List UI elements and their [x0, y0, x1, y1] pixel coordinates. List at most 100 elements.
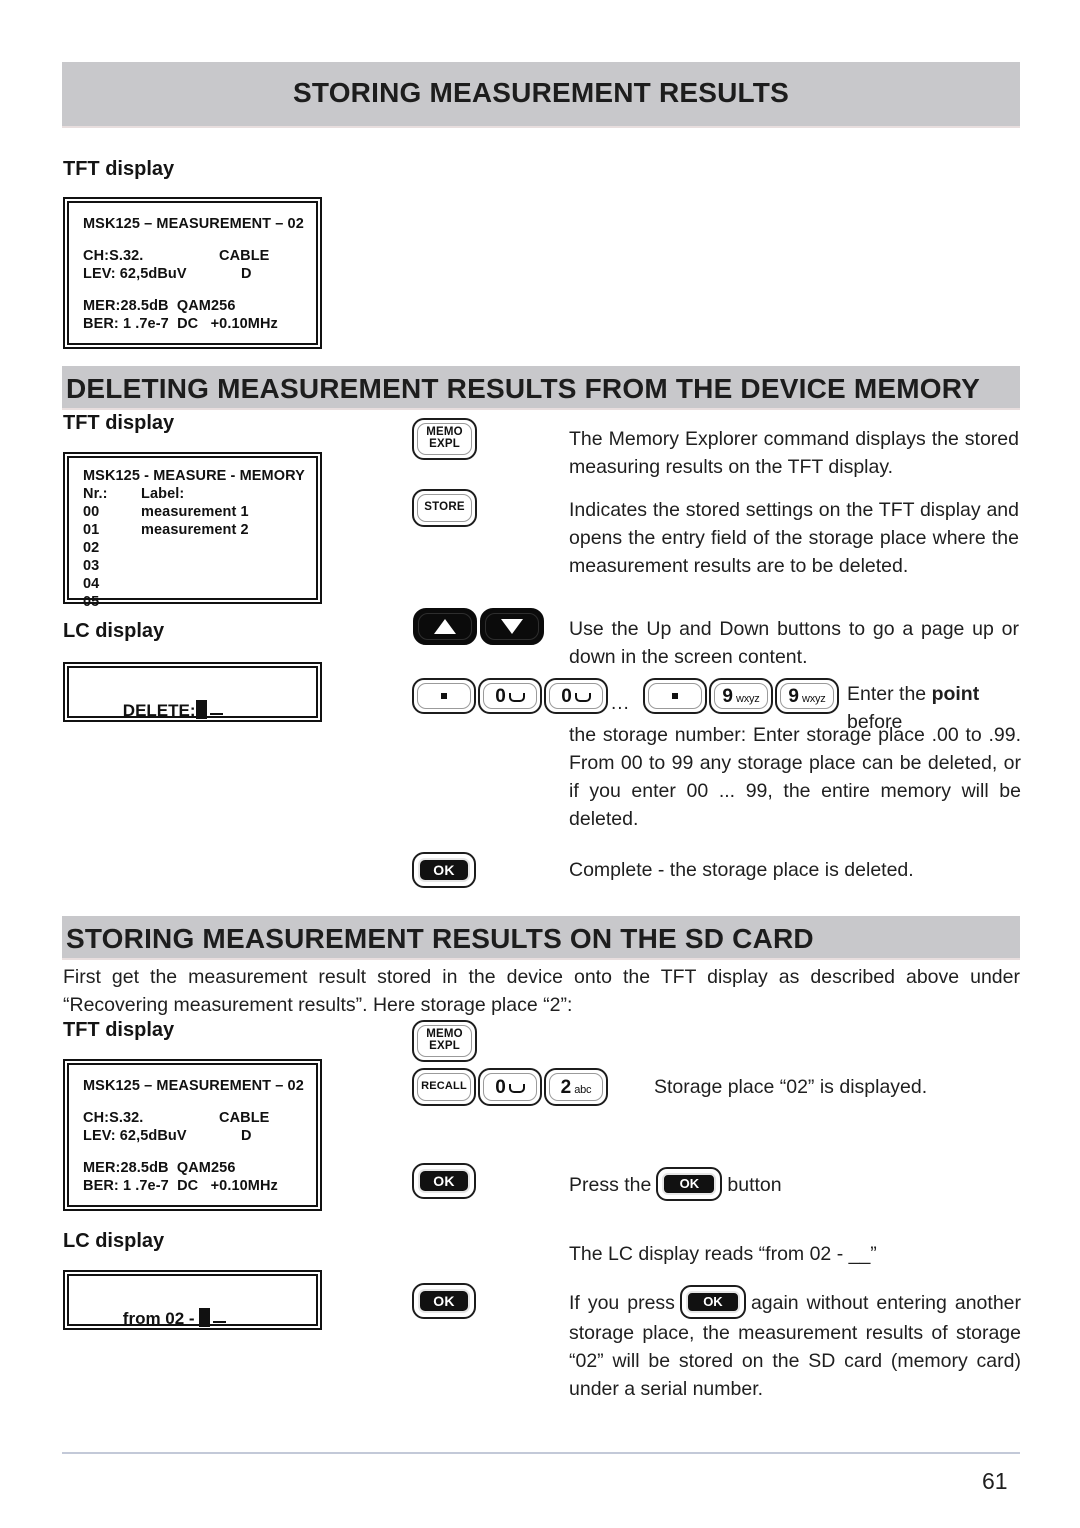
subheading-tft-display-sdcard: TFT display	[63, 1019, 175, 1041]
tft-cable: CABLE	[219, 1110, 270, 1126]
lc-display-screen-from: from 02 -	[63, 1270, 322, 1330]
lc-cursor-underscore	[213, 1321, 227, 1323]
memory-col-header-nr: Nr.:	[83, 486, 108, 502]
paragraph-sdcard-intro: First get the measurement result stored …	[63, 966, 1020, 1016]
section-title-storing: STORING MEASUREMENT RESULTS	[293, 77, 789, 108]
paragraph-lc-reads: The LC display reads “from 02 - __”	[569, 1243, 877, 1265]
lc-cursor-block	[199, 1308, 211, 1327]
dot-icon	[441, 693, 447, 699]
memo-expl-label-line2: EXPL	[429, 438, 460, 450]
lc-from-label: from 02 -	[122, 1309, 195, 1328]
memory-row-nr: 05	[83, 594, 100, 610]
section-banner-sdcard: STORING MEASUREMENT RESULTS ON THE SD CA…	[62, 916, 1020, 960]
inline-ok-button[interactable]: OK	[679, 1285, 746, 1319]
two-key-digit: 2	[560, 1076, 572, 1098]
zero-key[interactable]: 0	[478, 678, 542, 714]
arrow-down-icon	[501, 619, 523, 634]
numeric-lead-text: Enter the	[847, 683, 932, 705]
nine-key-digit: 9	[722, 685, 733, 707]
section-title-sdcard: STORING MEASUREMENT RESULTS ON THE SD CA…	[66, 923, 814, 954]
paragraph-memo-expl: The Memory Explorer command displays the…	[569, 428, 1019, 478]
footer-divider	[62, 1452, 1020, 1454]
ok-button[interactable]: OK	[412, 1283, 476, 1319]
arrow-down-button[interactable]	[480, 608, 544, 645]
nine-key[interactable]: 9 wxyz	[709, 678, 773, 714]
inline-ok-label: OK	[685, 1291, 740, 1313]
tft-title: MSK125 – MEASUREMENT – 02	[83, 1078, 304, 1094]
tft-channel: CH:S.32.	[83, 1110, 144, 1126]
zero-key-digit: 0	[561, 685, 572, 707]
nine-key-sublabel: wxyz	[735, 692, 760, 705]
zero-key[interactable]: 0	[478, 1068, 542, 1106]
subheading-tft-display-storing: TFT display	[63, 158, 175, 180]
memory-row-label: measurement 1	[141, 504, 249, 520]
page-number: 61	[982, 1468, 1008, 1494]
ok-label: OK	[433, 1292, 455, 1309]
memo-expl-button[interactable]: MEMO EXPL	[412, 1020, 477, 1062]
lc-cursor-underscore	[209, 713, 223, 715]
tft-ber: BER: 1 .7e-7 DC +0.10MHz	[83, 1178, 278, 1194]
memory-list-screen: MSK125 - MEASURE - MEMORY Nr.: Label: 00…	[63, 452, 322, 610]
space-icon	[574, 692, 591, 702]
two-key[interactable]: 2 abc	[544, 1068, 608, 1106]
tft-channel: CH:S.32.	[83, 248, 144, 264]
final-before-text: If you press	[569, 1292, 675, 1314]
key-sequence-ellipsis: ...	[611, 693, 630, 714]
nine-key[interactable]: 9 wxyz	[775, 678, 839, 714]
nine-key-sublabel: wxyz	[801, 692, 826, 705]
lc-delete-label: DELETE:	[122, 701, 196, 720]
space-icon	[508, 692, 525, 702]
subheading-tft-display-deleting: TFT display	[63, 412, 175, 434]
arrow-up-button[interactable]	[413, 608, 477, 645]
memory-row-nr: 02	[83, 540, 100, 556]
paragraph-press-ok: Press the OK button	[569, 1167, 1019, 1201]
store-button[interactable]: STORE	[412, 489, 477, 527]
memory-row-nr: 01	[83, 522, 100, 538]
arrow-up-icon	[434, 619, 456, 634]
memo-expl-label-line2: EXPL	[429, 1040, 460, 1052]
paragraph-arrows: Use the Up and Down buttons to go a page…	[569, 618, 1019, 668]
tft-cable: CABLE	[219, 248, 270, 264]
lc-delete-text-row: DELETE:	[85, 680, 223, 741]
recall-button[interactable]: RECALL	[412, 1068, 476, 1106]
press-ok-before-text: Press the	[569, 1174, 652, 1196]
paragraph-final-sdcard: If you press OK again without entering ano…	[569, 1285, 1021, 1403]
paragraph-ok-complete: Complete - the storage place is deleted.	[569, 859, 914, 881]
memory-row-nr: 04	[83, 576, 100, 592]
tft-title: MSK125 – MEASUREMENT – 02	[83, 216, 304, 232]
memory-row-nr: 00	[83, 504, 100, 520]
zero-key[interactable]: 0	[544, 678, 608, 714]
paragraph-store: Indicates the stored settings on the TFT…	[569, 499, 1019, 577]
zero-key-digit: 0	[495, 685, 506, 707]
tft-mer: MER:28.5dB QAM256	[83, 1160, 236, 1176]
tft-display-screen-sdcard: MSK125 – MEASUREMENT – 02 CH:S.32. CABLE…	[63, 1059, 322, 1211]
tft-ber: BER: 1 .7e-7 DC +0.10MHz	[83, 316, 278, 332]
tft-mer: MER:28.5dB QAM256	[83, 298, 236, 314]
subheading-lc-display-deleting: LC display	[63, 620, 165, 642]
ok-button[interactable]: OK	[412, 1163, 476, 1199]
press-ok-after-text: button	[727, 1174, 782, 1196]
nine-key-digit: 9	[788, 685, 799, 707]
lc-display-screen-delete: DELETE:	[63, 662, 322, 722]
dot-key[interactable]	[412, 678, 476, 714]
memo-expl-button[interactable]: MEMO EXPL	[412, 418, 477, 460]
zero-key-digit: 0	[495, 1076, 506, 1098]
section-title-deleting: DELETING MEASUREMENT RESULTS FROM THE DE…	[66, 373, 981, 404]
dot-key[interactable]	[643, 678, 707, 714]
memory-col-header-label: Label:	[141, 486, 185, 502]
paragraph-recall: Storage place “02” is displayed.	[654, 1076, 928, 1098]
tft-level: LEV: 62,5dBuV	[83, 266, 187, 282]
tft-d-flag: D	[241, 266, 252, 282]
lc-cursor-block	[195, 700, 207, 719]
ok-button[interactable]: OK	[412, 852, 476, 888]
section-banner-storing: STORING MEASUREMENT RESULTS	[62, 62, 1020, 128]
memory-row-nr: 03	[83, 558, 100, 574]
inline-ok-button[interactable]: OK	[656, 1167, 723, 1201]
ok-label: OK	[433, 1172, 455, 1189]
dot-icon	[672, 693, 678, 699]
paragraph-numeric-body: the storage number: Enter storage place …	[569, 724, 1021, 830]
recall-label: RECALL	[421, 1080, 467, 1093]
tft-d-flag: D	[241, 1128, 252, 1144]
store-label: STORE	[424, 501, 465, 514]
lc-from-text-row: from 02 -	[85, 1288, 227, 1349]
